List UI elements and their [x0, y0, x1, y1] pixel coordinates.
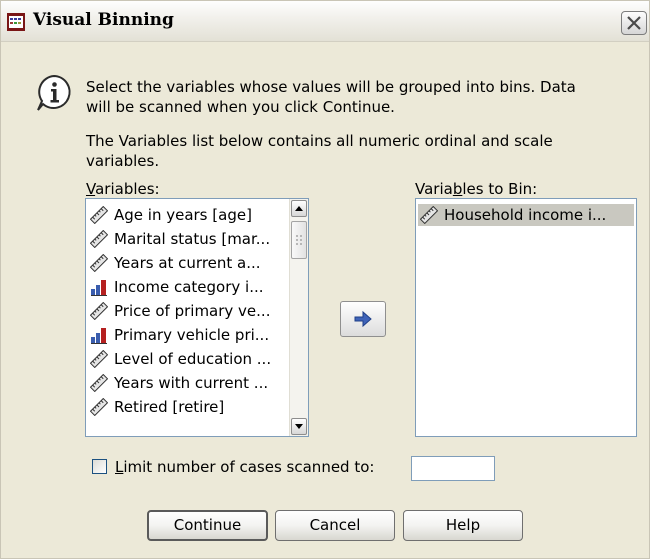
variable-item[interactable]: Years at current a...	[88, 252, 288, 274]
variable-item[interactable]: Marital status [mar...	[88, 228, 288, 250]
info-text-line-3: The Variables list below contains all nu…	[86, 132, 553, 150]
variables-to-bin-label: Variables to Bin:	[415, 180, 538, 198]
close-button[interactable]	[621, 11, 647, 35]
variable-item-label: Age in years [age]	[114, 206, 252, 224]
variable-item-label: Marital status [mar...	[114, 230, 271, 248]
variable-item[interactable]: Income category i...	[88, 276, 288, 298]
variable-item[interactable]: Primary vehicle pri...	[88, 324, 288, 346]
variable-item[interactable]: Level of education ...	[88, 348, 288, 370]
variable-item[interactable]: Price of primary ve...	[88, 300, 288, 322]
move-to-bin-button[interactable]	[340, 301, 386, 337]
visual-binning-dialog: Visual Binning Select the variables whos…	[0, 0, 650, 559]
info-text-line-4: variables.	[86, 152, 160, 170]
variable-item-label: Retired [retire]	[114, 398, 225, 416]
scroll-down-button[interactable]	[291, 418, 307, 435]
variable-item-label: Income category i...	[114, 278, 264, 296]
window-title: Visual Binning	[33, 10, 174, 30]
variable-item-label: Years with current ...	[114, 374, 269, 392]
scale-ruler-icon	[89, 349, 109, 369]
scale-ruler-icon	[419, 205, 439, 225]
help-button[interactable]: Help	[403, 510, 523, 541]
grip-icon	[296, 235, 302, 245]
triangle-down-icon	[295, 424, 303, 429]
limit-cases-label: Limit number of cases scanned to:	[115, 458, 375, 476]
bin-variable-item-label: Household income i...	[444, 206, 607, 224]
limit-cases-input[interactable]	[411, 456, 495, 481]
variables-to-bin-listbox[interactable]: Household income i...	[415, 198, 637, 437]
variable-item-label: Years at current a...	[114, 254, 261, 272]
scale-ruler-icon	[89, 205, 109, 225]
limit-cases-checkbox[interactable]	[92, 459, 107, 474]
ordinal-bars-icon	[90, 278, 108, 296]
variables-scrollbar[interactable]	[289, 199, 308, 436]
variable-item[interactable]: Years with current ...	[88, 372, 288, 394]
variables-listbox[interactable]: Age in years [age] Marital status [mar...…	[85, 198, 309, 437]
variables-label: Variables:	[86, 180, 160, 198]
scale-ruler-icon	[89, 373, 109, 393]
close-icon	[627, 16, 641, 30]
variable-item-label: Primary vehicle pri...	[114, 326, 270, 344]
scroll-thumb[interactable]	[291, 221, 307, 259]
info-icon	[37, 74, 71, 111]
ordinal-bars-icon	[90, 326, 108, 344]
continue-button[interactable]: Continue	[147, 510, 268, 541]
scroll-up-button[interactable]	[291, 200, 307, 217]
spss-app-icon	[7, 13, 25, 31]
variable-item-label: Level of education ...	[114, 350, 272, 368]
scale-ruler-icon	[89, 229, 109, 249]
info-text-line-1: Select the variables whose values will b…	[86, 78, 576, 96]
title-bar[interactable]: Visual Binning	[1, 1, 649, 42]
variable-item[interactable]: Age in years [age]	[88, 204, 288, 226]
scale-ruler-icon	[89, 301, 109, 321]
bin-variable-item[interactable]: Household income i...	[418, 204, 634, 226]
triangle-up-icon	[295, 206, 303, 211]
scale-ruler-icon	[89, 253, 109, 273]
cancel-button[interactable]: Cancel	[275, 510, 395, 541]
info-text-line-2: will be scanned when you click Continue.	[86, 98, 395, 116]
scale-ruler-icon	[89, 397, 109, 417]
variable-item[interactable]: Retired [retire]	[88, 396, 288, 418]
variable-item-label: Price of primary ve...	[114, 302, 271, 320]
right-arrow-icon	[354, 310, 372, 328]
